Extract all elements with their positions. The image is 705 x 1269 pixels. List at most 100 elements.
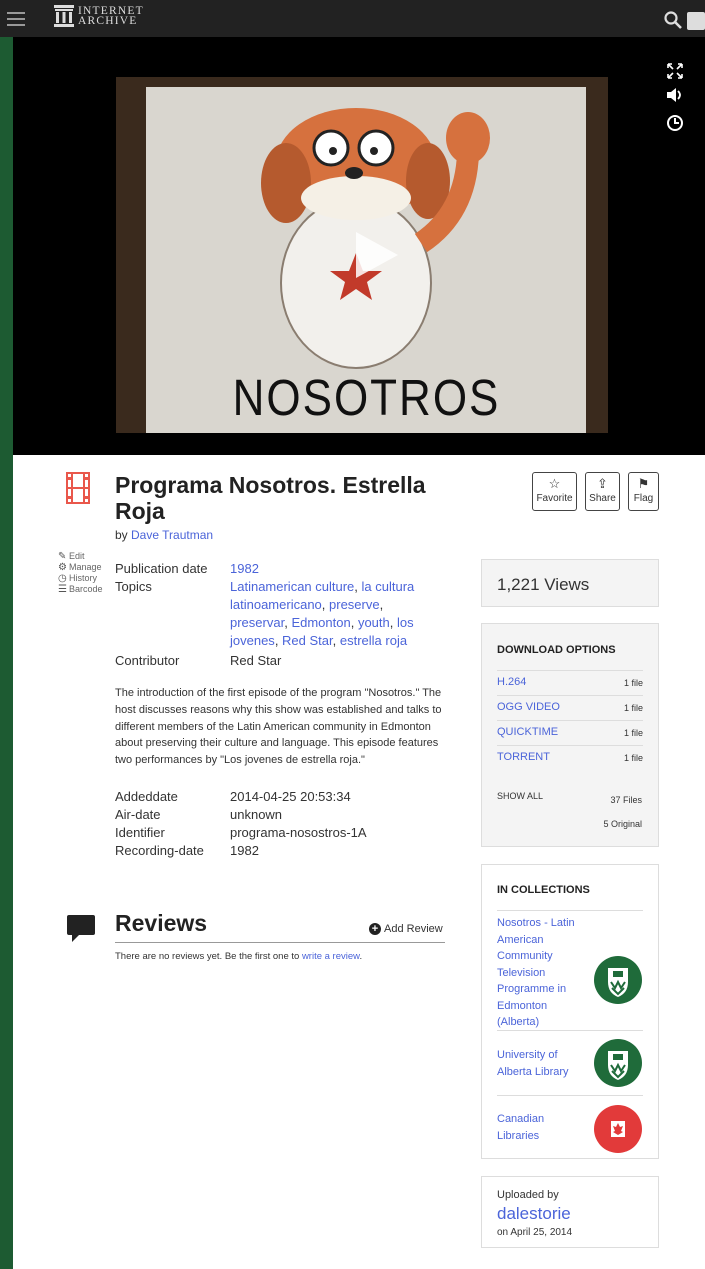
topic-link[interactable]: Red Star [282, 633, 333, 648]
download-row[interactable]: H.264 1 file [497, 670, 643, 694]
share-icon: ⇪ [597, 476, 608, 491]
history-link[interactable]: ◷ History [58, 573, 103, 584]
item-side-links: ✎ Edit ⚙ Manage ◷ History ☰ Barcode [58, 551, 103, 595]
detail-value: 2014-04-25 20:53:34 [230, 789, 351, 804]
topic-link[interactable]: preserve [329, 597, 380, 612]
edit-label: Edit [69, 551, 85, 561]
show-all-link[interactable]: SHOW ALL [497, 791, 543, 801]
collection-item[interactable]: Nosotros - Latin American Community Tele… [497, 910, 643, 1030]
manage-label: Manage [69, 562, 102, 572]
collection-link[interactable]: Canadian Libraries [497, 1111, 581, 1144]
meta-label: Topics [115, 579, 152, 594]
menu-icon[interactable] [7, 12, 25, 26]
barcode-link[interactable]: ☰ Barcode [58, 584, 103, 595]
format-link[interactable]: OGG VIDEO [497, 701, 560, 713]
total-files[interactable]: 37 Files [610, 795, 642, 805]
format-link[interactable]: TORRENT [497, 751, 550, 763]
logo-line-2: ARCHIVE [78, 15, 138, 27]
creator-link[interactable]: Dave Trautman [131, 528, 213, 542]
meta-label: Contributor [115, 653, 180, 668]
detail-label: Recording-date [115, 843, 204, 858]
topic-link[interactable]: Edmonton [291, 615, 350, 630]
byline: by Dave Trautman [115, 528, 213, 542]
history-label: History [69, 573, 98, 583]
volume-icon[interactable] [665, 85, 685, 105]
flag-label: Flag [633, 493, 654, 504]
topic-link[interactable]: Latinamerican culture [230, 579, 354, 594]
search-icon[interactable] [664, 11, 682, 29]
pencil-icon: ✎ [58, 551, 67, 562]
detail-label: Identifier [115, 825, 165, 840]
uploaded-by-label: Uploaded by [497, 1189, 559, 1201]
internet-archive-logo[interactable]: INTERNET ARCHIVE [54, 5, 144, 27]
edit-link[interactable]: ✎ Edit [58, 551, 103, 562]
gear-icon: ⚙ [58, 562, 67, 573]
share-button[interactable]: ⇪ Share [585, 472, 620, 511]
download-options-box: DOWNLOAD OPTIONS H.264 1 file OGG VIDEO … [481, 623, 659, 847]
item-description: The introduction of the first episode of… [115, 687, 442, 767]
topic-link[interactable]: preservar [230, 615, 284, 630]
manage-link[interactable]: ⚙ Manage [58, 562, 103, 573]
file-count: 1 file [623, 678, 643, 688]
format-link[interactable]: H.264 [497, 676, 526, 688]
favorite-label: Favorite [536, 493, 573, 504]
contributor-value: Red Star [230, 653, 282, 668]
canada-flag-icon [594, 1105, 642, 1153]
item-details: Programa Nosotros. Estrella Roja by Dave… [13, 455, 705, 1269]
share-label: Share [589, 493, 616, 504]
uploader-link[interactable]: dalestorie [497, 1204, 571, 1224]
collection-item[interactable]: University of Alberta Library [497, 1030, 643, 1095]
add-review-label: Add Review [384, 923, 443, 935]
flag-icon: ⚑ [637, 476, 650, 491]
item-title: Programa Nosotros. Estrella Roja [115, 472, 426, 524]
comment-icon [67, 915, 95, 942]
original-files[interactable]: 5 Original [603, 819, 642, 829]
top-nav-bar: INTERNET ARCHIVE [0, 0, 705, 37]
topic-link[interactable]: youth [358, 615, 390, 630]
download-row[interactable]: OGG VIDEO 1 file [497, 695, 643, 719]
no-reviews-suffix: . [359, 951, 363, 962]
user-icon[interactable] [687, 12, 705, 30]
play-icon[interactable] [350, 230, 400, 280]
collections-heading: IN COLLECTIONS [497, 884, 590, 896]
favorite-button[interactable]: ☆ Favorite [532, 472, 577, 511]
barcode-label: Barcode [69, 584, 103, 594]
reviews-title: Reviews [115, 910, 208, 936]
clock-icon[interactable] [665, 113, 685, 133]
collection-link[interactable]: Nosotros - Latin American Community Tele… [497, 915, 581, 1031]
file-count: 1 file [623, 728, 643, 738]
video-player[interactable]: NOSOTROS [13, 37, 705, 455]
divider [115, 942, 445, 943]
publication-date-link[interactable]: 1982 [230, 560, 430, 578]
meta-label: Publication date [115, 561, 208, 576]
collection-item[interactable]: Canadian Libraries [497, 1095, 643, 1155]
no-reviews-message: There are no reviews yet. Be the first o… [115, 951, 362, 962]
collection-link[interactable]: University of Alberta Library [497, 1047, 581, 1080]
download-row[interactable]: QUICKTIME 1 file [497, 720, 643, 744]
poster-title-text: NOSOTROS [232, 370, 501, 427]
file-count: 1 file [623, 753, 643, 763]
view-count: 1,221 Views [497, 575, 590, 594]
topic-link[interactable]: estrella roja [340, 633, 407, 648]
detail-value: 1982 [230, 843, 259, 858]
collections-box: IN COLLECTIONS Nosotros - Latin American… [481, 864, 659, 1159]
ualberta-shield-icon [594, 1039, 642, 1087]
upload-date: on April 25, 2014 [497, 1227, 573, 1238]
download-options-heading: DOWNLOAD OPTIONS [497, 644, 616, 656]
archive-temple-icon [54, 5, 74, 27]
detail-value: unknown [230, 807, 283, 822]
add-review-button[interactable]: + Add Review [369, 923, 443, 935]
detail-value: programa-nosostros-1A [230, 825, 367, 840]
star-icon: ☆ [548, 476, 561, 491]
file-count: 1 file [623, 703, 643, 713]
detail-label: Addeddate [115, 789, 178, 804]
format-link[interactable]: QUICKTIME [497, 726, 558, 738]
write-review-link[interactable]: write a review [302, 951, 360, 962]
ualberta-shield-icon [594, 956, 642, 1004]
views-box: 1,221 Views [481, 559, 659, 607]
download-row[interactable]: TORRENT 1 file [497, 745, 643, 769]
topics-list: Latinamerican culture, la cultura latino… [230, 579, 415, 648]
detail-label: Air-date [115, 807, 161, 822]
fullscreen-icon[interactable] [665, 61, 685, 81]
flag-button[interactable]: ⚑ Flag [628, 472, 659, 511]
